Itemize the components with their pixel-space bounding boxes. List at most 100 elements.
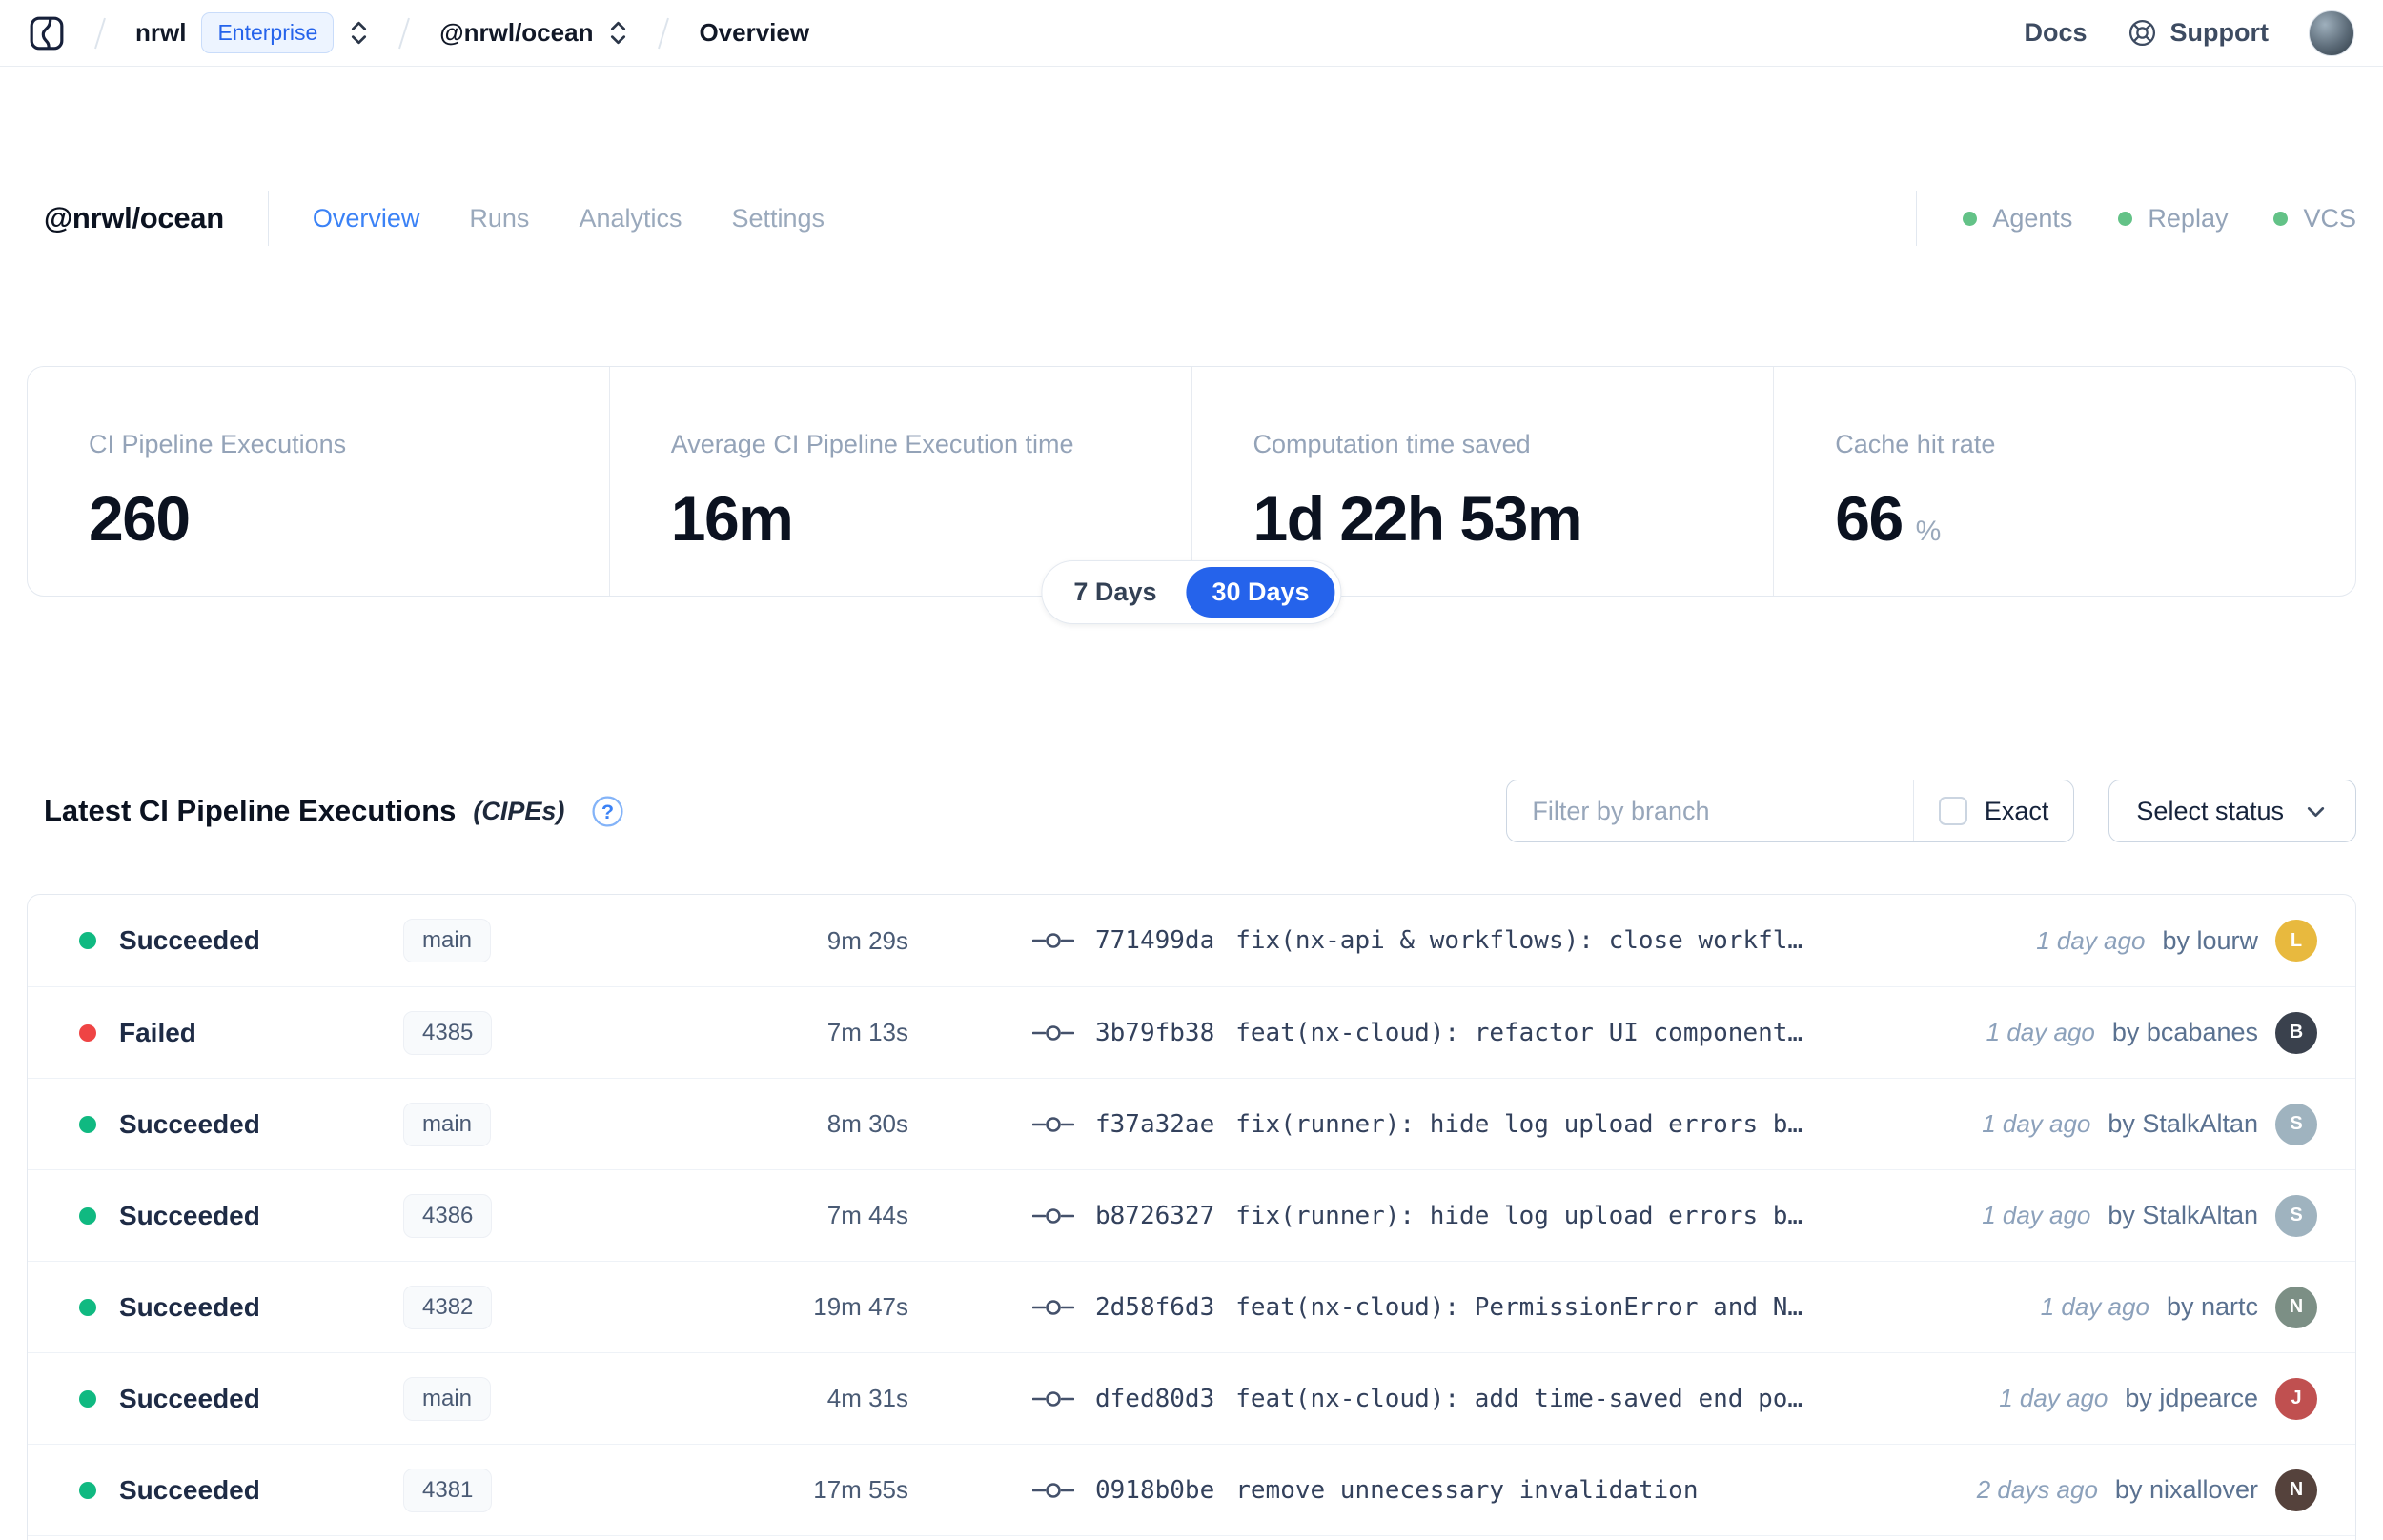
status-label: Succeeded <box>119 1200 260 1230</box>
commit-message: fix(runner): hide log upload errors b… <box>1235 1109 1803 1139</box>
commit-hash: 2d58f6d3 <box>1095 1292 1215 1322</box>
lifebuoy-icon <box>2128 18 2157 48</box>
commit-hash: 3b79fb38 <box>1095 1018 1215 1047</box>
tab-runs[interactable]: Runs <box>469 204 529 233</box>
branch-badge: main <box>403 1102 492 1146</box>
period-30-days-button[interactable]: 30 Days <box>1186 567 1335 618</box>
branch-badge: 4382 <box>403 1285 493 1329</box>
status-cell: Succeeded <box>79 925 403 956</box>
table-row[interactable]: Succeeded main 4m 31s dfed80d3 feat(nx-c… <box>28 1352 2355 1444</box>
status-dot <box>79 932 96 949</box>
period-7-days-button[interactable]: 7 Days <box>1048 567 1182 618</box>
branch-cell: 4381 <box>403 1468 642 1512</box>
table-row[interactable]: Succeeded 4381 17m 55s 0918b0be remove u… <box>28 1444 2355 1535</box>
stat-label: Average CI Pipeline Execution time <box>670 430 1074 458</box>
branch-cell: main <box>403 1376 642 1421</box>
commit-cell: 771499da fix(nx-api & workflows): close … <box>1032 926 1803 955</box>
stat-card-cache-hit: Cache hit rate 66% <box>1773 367 2355 596</box>
branch-cell: 4382 <box>403 1285 642 1329</box>
commit-message: feat(nx-cloud): refactor UI component… <box>1235 1018 1803 1047</box>
commit-cell: f37a32ae fix(runner): hide log upload er… <box>1032 1110 1803 1139</box>
commit-message: feat(nx-cloud): add time-saved end po… <box>1235 1384 1803 1413</box>
author: by StalkAltan <box>2108 1109 2258 1138</box>
status-cell: Failed <box>79 1018 403 1048</box>
docs-link[interactable]: Docs <box>2024 18 2087 48</box>
stat-value: 16m <box>670 483 794 554</box>
stat-label: CI Pipeline Executions <box>89 430 347 458</box>
status-label: Succeeded <box>119 1383 260 1413</box>
table-row[interactable]: Succeeded main 9m 29s 771499da fix(nx-ap… <box>28 895 2355 986</box>
table-row[interactable]: Failed 4385 7m 13s 3b79fb38 feat(nx-clou… <box>28 986 2355 1078</box>
workspace-selector[interactable]: @nrwl/ocean <box>439 18 628 48</box>
stat-label: Cache hit rate <box>1835 430 1996 458</box>
chevron-up-down-icon[interactable] <box>608 18 628 48</box>
commit-cell: 0918b0be remove unnecessary invalidation <box>1032 1476 1699 1505</box>
branch-badge: 4381 <box>403 1468 493 1512</box>
workspace-header: @nrwl/ocean Overview Runs Analytics Sett… <box>27 191 2356 246</box>
duration-cell: 4m 31s <box>826 1384 908 1412</box>
git-commit-icon <box>1032 929 1074 952</box>
table-row[interactable]: Succeeded main 8m 30s f37a32ae fix(runne… <box>28 1078 2355 1169</box>
time-ago: 1 day ago <box>2040 1292 2149 1321</box>
nx-cloud-logo-icon[interactable] <box>29 15 65 51</box>
time-ago: 1 day ago <box>1986 1018 2095 1046</box>
author: by bcabanes <box>2111 1018 2258 1046</box>
status-dot <box>79 1298 96 1316</box>
status-cell: Succeeded <box>79 1384 403 1414</box>
author: by StalkAltan <box>2108 1201 2258 1229</box>
tab-settings[interactable]: Settings <box>731 204 825 233</box>
exact-match-toggle[interactable]: Exact <box>1912 780 2074 841</box>
author: by lourw <box>2162 925 2258 955</box>
tab-analytics[interactable]: Analytics <box>579 204 682 233</box>
branch-filter-input[interactable] <box>1507 796 1913 826</box>
table-row[interactable]: Succeeded 4386 7m 44s b8726327 fix(runne… <box>28 1169 2355 1261</box>
duration-cell: 19m 47s <box>813 1292 908 1321</box>
org-name: nrwl <box>135 18 187 47</box>
branch-cell: 4386 <box>403 1193 642 1238</box>
divider <box>267 191 269 246</box>
page-title: @nrwl/ocean <box>44 201 224 234</box>
exact-checkbox[interactable] <box>1938 797 1967 825</box>
service-replay-label: Replay <box>2148 203 2229 233</box>
meta-cell: 1 day ago by jdpearce J <box>1999 1377 2317 1420</box>
breadcrumb-separator <box>90 14 111 52</box>
user-avatar[interactable] <box>2309 10 2354 56</box>
stat-card-executions: CI Pipeline Executions 260 <box>28 367 609 596</box>
green-status-dot <box>2273 211 2289 226</box>
status-dot <box>79 1115 96 1133</box>
service-agents-label: Agents <box>1992 203 2073 233</box>
duration-cell: 7m 44s <box>826 1201 908 1229</box>
nx-cloud-dashboard: nrwl Enterprise @nrwl/ocean Overview Doc… <box>0 0 2383 1540</box>
service-status-group: Agents Replay VCS <box>1916 191 2356 246</box>
duration-cell: 8m 30s <box>826 1109 908 1138</box>
status-cell: Succeeded <box>79 1292 403 1323</box>
chevron-down-icon <box>2303 799 2329 824</box>
support-link[interactable]: Support <box>2128 18 2269 48</box>
top-navbar: nrwl Enterprise @nrwl/ocean Overview Doc… <box>0 0 2383 67</box>
breadcrumb-separator <box>394 14 415 52</box>
org-selector[interactable]: nrwl Enterprise <box>135 12 369 53</box>
cipe-title-group: Latest CI Pipeline Executions (CIPEs) ? <box>44 794 624 828</box>
navbar-actions: Docs Support <box>2024 10 2354 56</box>
status-label: Failed <box>119 1017 196 1047</box>
green-status-dot <box>2118 211 2133 226</box>
status-cell: Succeeded <box>79 1201 403 1231</box>
service-vcs[interactable]: VCS <box>2273 204 2356 233</box>
stat-value: 1d 22h 53m <box>1253 483 1583 554</box>
select-status-dropdown[interactable]: Select status <box>2108 780 2356 842</box>
stat-suffix: % <box>1915 516 1942 547</box>
table-row[interactable]: Succeeded 4382 19m 47s 2d58f6d3 feat(nx-… <box>28 1261 2355 1352</box>
help-icon[interactable]: ? <box>591 795 624 828</box>
breadcrumb-separator <box>653 14 674 52</box>
tab-overview[interactable]: Overview <box>313 204 420 233</box>
commit-cell: 3b79fb38 feat(nx-cloud): refactor UI com… <box>1032 1019 1803 1047</box>
author-avatar: L <box>2275 920 2317 962</box>
branch-badge: 4386 <box>403 1193 493 1238</box>
time-ago: 1 day ago <box>1982 1109 2091 1138</box>
breadcrumb-page: Overview <box>699 18 810 47</box>
chevron-up-down-icon[interactable] <box>349 18 369 48</box>
duration-cell: 9m 29s <box>826 925 908 955</box>
status-dot <box>79 1023 96 1042</box>
service-agents[interactable]: Agents <box>1963 204 2072 233</box>
service-replay[interactable]: Replay <box>2118 204 2228 233</box>
